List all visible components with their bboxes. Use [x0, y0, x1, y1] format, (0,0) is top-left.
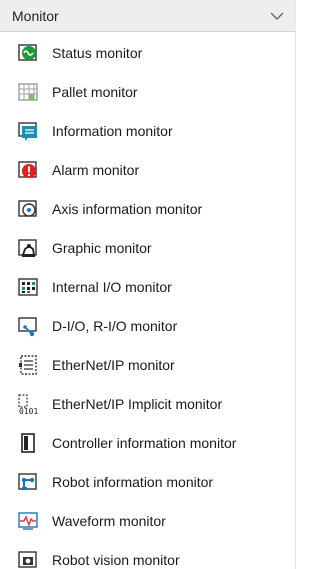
ethernet-ip-implicit-monitor-icon: 0101: [16, 392, 40, 416]
waveform-monitor-icon: [16, 509, 40, 533]
menu-item-pallet-monitor[interactable]: Pallet monitor: [0, 72, 295, 111]
monitor-panel-header[interactable]: Monitor: [0, 0, 295, 32]
svg-text:0101: 0101: [19, 407, 38, 415]
chevron-down-icon[interactable]: [269, 8, 285, 24]
menu-item-axis-information-monitor[interactable]: Axis information monitor: [0, 189, 295, 228]
menu-item-alarm-monitor[interactable]: Alarm monitor: [0, 150, 295, 189]
menu-item-internal-io-monitor[interactable]: Internal I/O monitor: [0, 267, 295, 306]
monitor-panel: Monitor Status monitor Pallet monitor In…: [0, 0, 296, 569]
menu-item-controller-information-monitor[interactable]: Controller information monitor: [0, 423, 295, 462]
menu-item-label: Graphic monitor: [52, 239, 152, 256]
menu-item-information-monitor[interactable]: Information monitor: [0, 111, 295, 150]
menu-item-status-monitor[interactable]: Status monitor: [0, 33, 295, 72]
robot-information-monitor-icon: [16, 470, 40, 494]
menu-item-waveform-monitor[interactable]: Waveform monitor: [0, 501, 295, 540]
menu-item-label: Alarm monitor: [52, 161, 140, 178]
menu-item-label: Information monitor: [52, 122, 173, 139]
internal-io-monitor-icon: [16, 275, 40, 299]
menu-item-robot-vision-monitor[interactable]: Robot vision monitor: [0, 540, 295, 569]
menu-item-robot-information-monitor[interactable]: Robot information monitor: [0, 462, 295, 501]
graphic-monitor-icon: [16, 236, 40, 260]
menu-item-label: Axis information monitor: [52, 200, 203, 217]
menu-item-label: EtherNet/IP monitor: [52, 356, 175, 373]
menu-item-ethernet-ip-implicit-monitor[interactable]: 0101 EtherNet/IP Implicit monitor: [0, 384, 295, 423]
menu-item-label: EtherNet/IP Implicit monitor: [52, 395, 223, 412]
robot-vision-monitor-icon: [16, 548, 40, 569]
pallet-monitor-icon: [16, 80, 40, 104]
controller-information-monitor-icon: [16, 431, 40, 455]
status-monitor-icon: [16, 41, 40, 65]
monitor-panel-title: Monitor: [12, 7, 59, 24]
information-monitor-icon: [16, 119, 40, 143]
menu-item-label: Status monitor: [52, 44, 143, 61]
ethernet-ip-monitor-icon: [16, 353, 40, 377]
alarm-monitor-icon: [16, 158, 40, 182]
menu-item-label: Controller information monitor: [52, 434, 237, 451]
menu-item-graphic-monitor[interactable]: Graphic monitor: [0, 228, 295, 267]
menu-item-label: Internal I/O monitor: [52, 278, 172, 295]
monitor-list: Status monitor Pallet monitor Informatio…: [0, 33, 295, 569]
menu-item-ethernet-ip-monitor[interactable]: EtherNet/IP monitor: [0, 345, 295, 384]
menu-item-d-io-r-io-monitor[interactable]: D-I/O, R-I/O monitor: [0, 306, 295, 345]
menu-item-label: Pallet monitor: [52, 83, 138, 100]
menu-item-label: D-I/O, R-I/O monitor: [52, 317, 178, 334]
d-io-r-io-monitor-icon: [16, 314, 40, 338]
menu-item-label: Robot information monitor: [52, 473, 214, 490]
menu-item-label: Robot vision monitor: [52, 551, 180, 568]
axis-information-monitor-icon: [16, 197, 40, 221]
menu-item-label: Waveform monitor: [52, 512, 166, 529]
